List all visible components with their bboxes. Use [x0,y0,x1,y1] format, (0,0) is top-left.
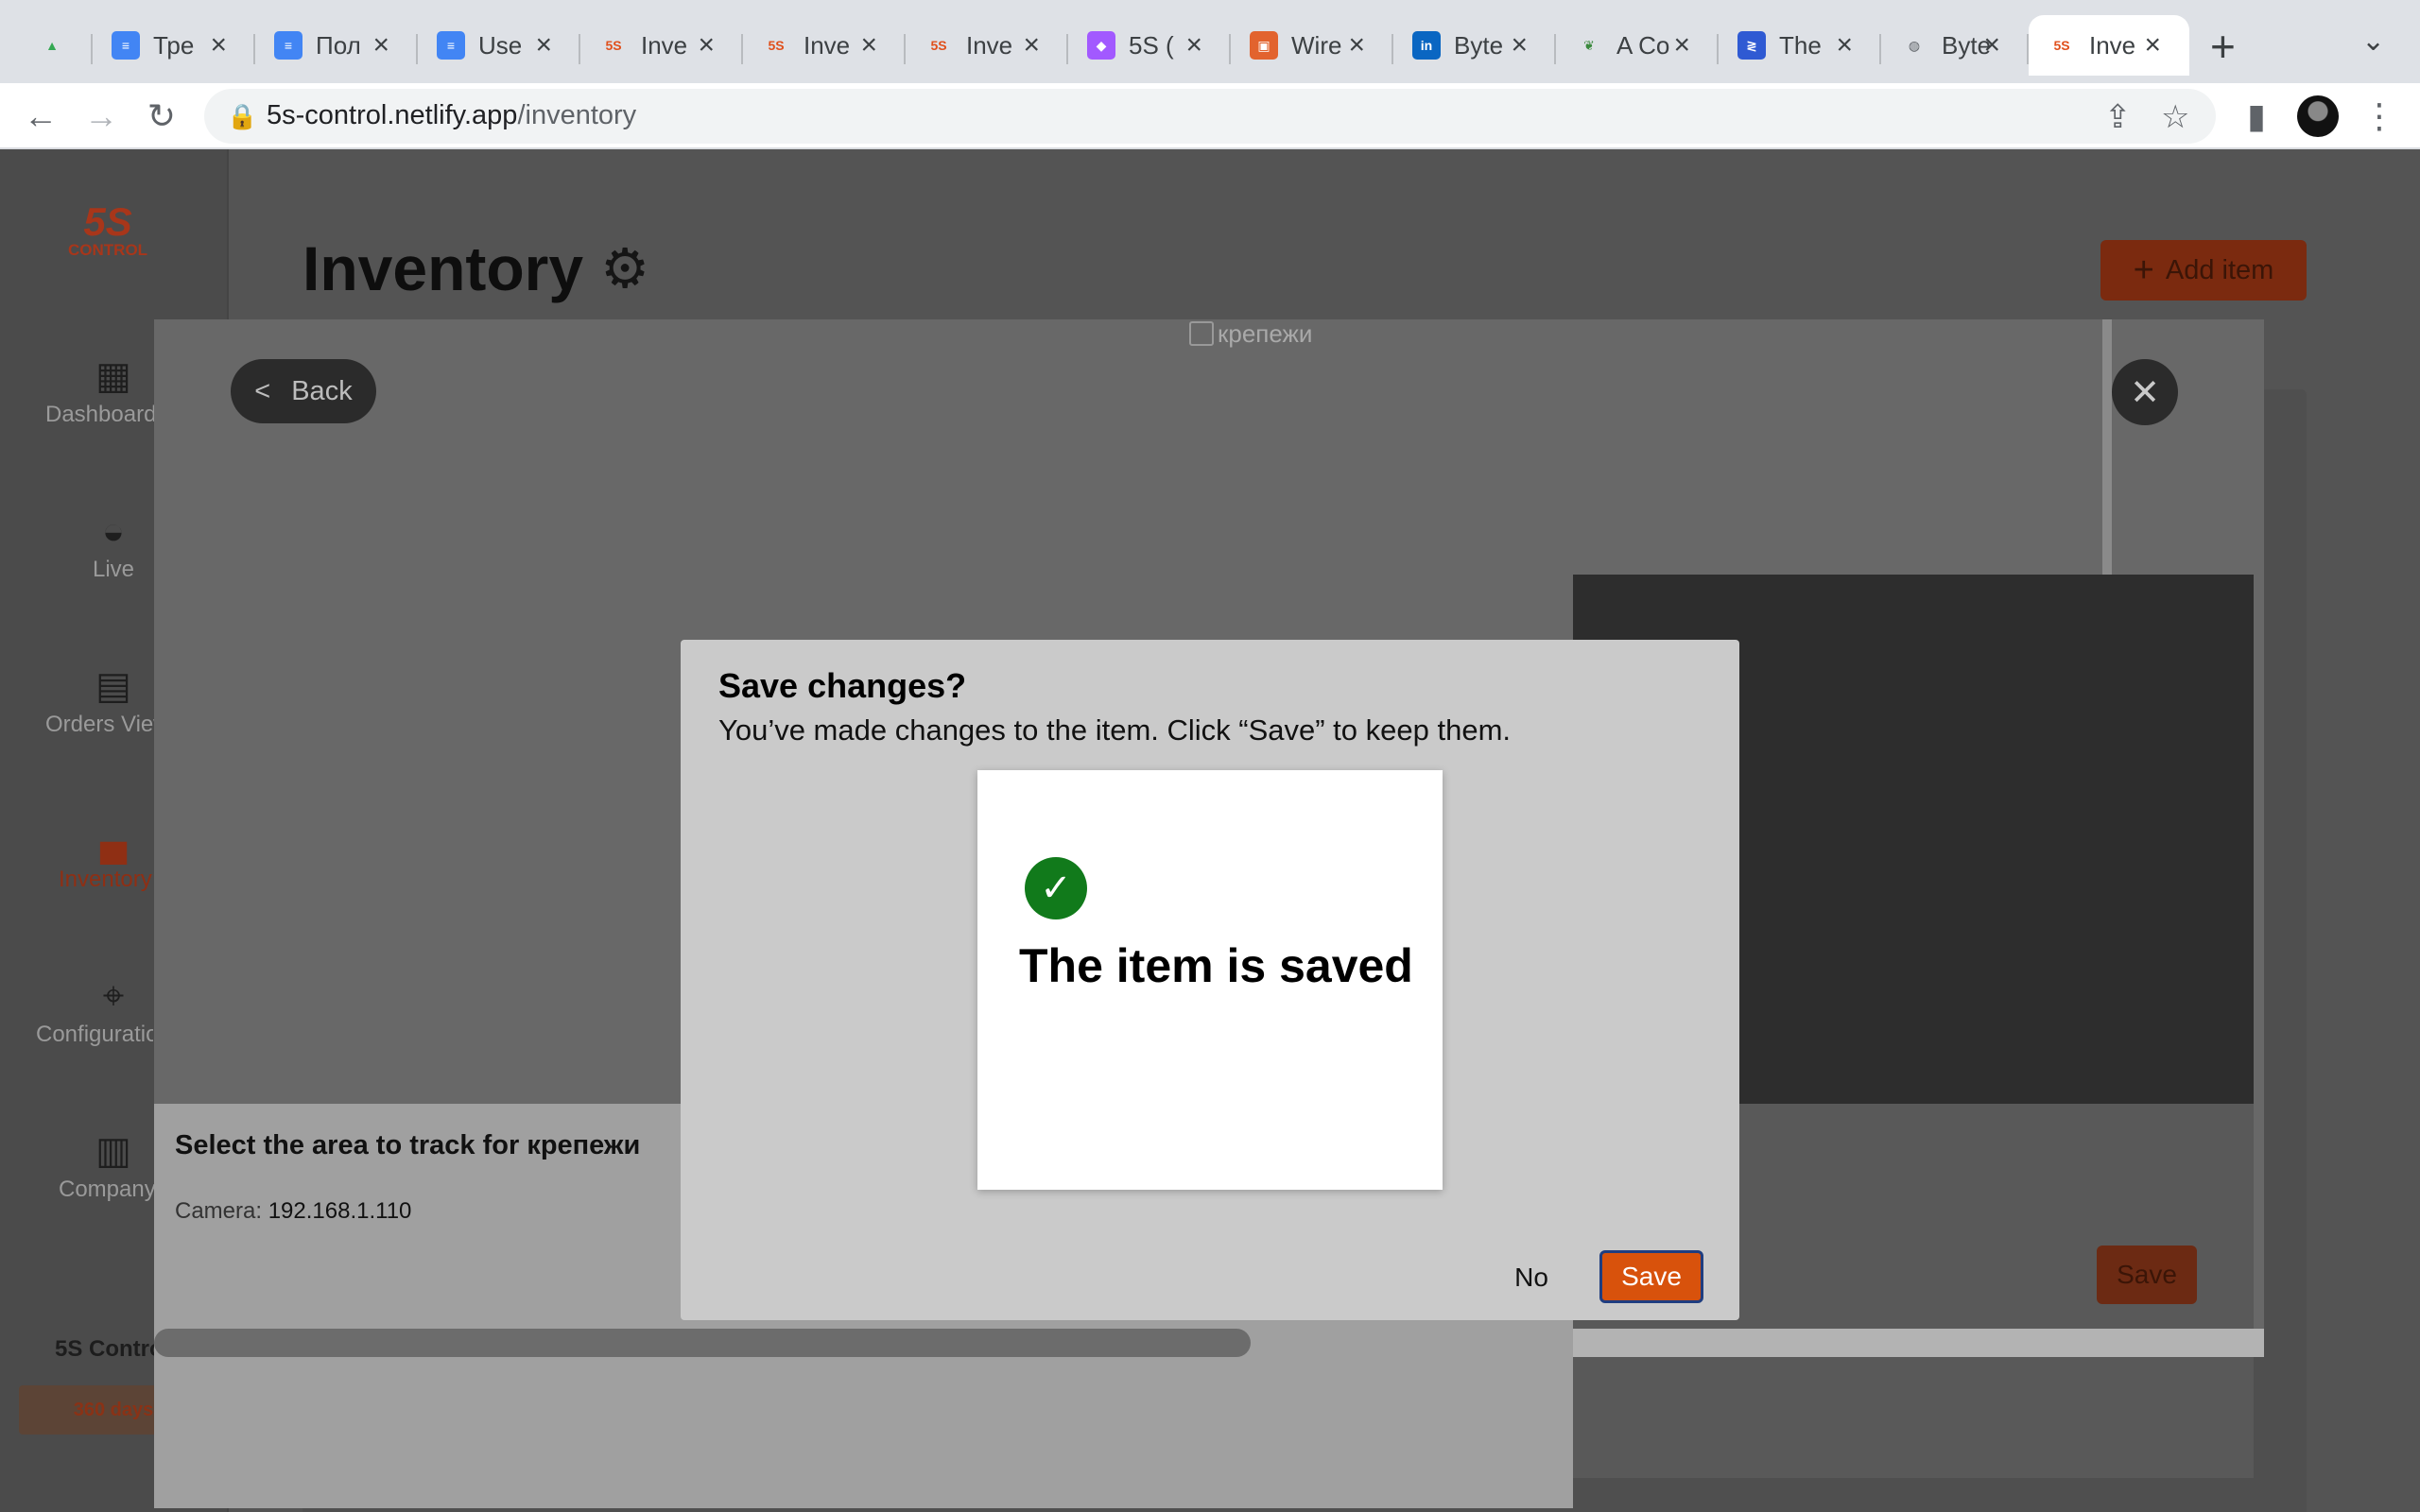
tab-title: Use [478,30,523,60]
tab-close-icon[interactable]: × [2144,31,2161,60]
tab-close-icon[interactable]: × [698,31,715,60]
5s-control-icon: 5S [2053,38,2070,53]
browser-tab[interactable]: ▲ [19,15,93,76]
tab-title: Inve [804,30,851,60]
tab-close-icon[interactable]: × [1023,31,1040,60]
share-icon[interactable]: ⇪ [2104,98,2132,136]
leaf-icon: ❦ [1583,37,1595,53]
back-button[interactable]: < Back [231,359,376,423]
tab-close-icon[interactable]: × [535,31,552,60]
tab-close-icon[interactable]: × [210,31,227,60]
app-root: 5S CONTROL ▦ Dashboard ◒ Live ▤ Orders V… [0,149,2420,1512]
browser-tab[interactable]: ≡ Пол × [255,15,418,76]
5s-control-icon: 5S [930,38,947,53]
bookmark-star-icon[interactable]: ☆ [2161,98,2189,136]
save-button[interactable]: Save [1599,1250,1703,1303]
tab-close-icon[interactable]: × [1673,31,1690,60]
google-docs-icon: ≡ [437,31,465,60]
scroll-track [1573,1329,2264,1357]
checkmark-icon: ✓ [1025,857,1087,919]
dialog-message: You’ve made changes to the item. Click “… [718,713,1512,747]
add-item-button[interactable]: + Add item [2100,240,2307,301]
page-title: Inventory ⚙ [302,233,650,303]
item-image-broken: крепежи [1189,319,1312,349]
gear-icon[interactable]: ⚙ [600,236,649,301]
new-tab-button[interactable]: + [2210,21,2236,72]
browser-tab[interactable]: ◆ 5S ( × [1068,15,1231,76]
browser-tab[interactable]: ≡ Use × [418,15,580,76]
google-docs-icon: ≡ [274,31,302,60]
browser-menu-icon[interactable]: ⋮ [2358,94,2401,138]
tab-close-icon[interactable]: × [1983,31,2000,60]
reload-icon[interactable]: ↻ [140,94,183,138]
browser-tab[interactable]: 5S Inve × [743,15,906,76]
tab-title: Inve [2089,30,2136,60]
side-panel-icon[interactable]: ▮ [2235,94,2278,138]
tab-title: Пол [316,30,361,60]
url-text: 5s-control.netlify.app/inventory [267,100,637,130]
close-icon[interactable]: ✕ [2112,359,2178,425]
globe-icon: ◍ [1908,37,1921,53]
linkedin-icon: in [1412,31,1441,60]
5s-control-icon: 5S [768,38,785,53]
lock-icon: 🔒 [227,102,258,130]
browser-tab[interactable]: ❦ A Co × [1556,15,1719,76]
figma-icon: ◆ [1087,31,1115,60]
camera-info: Camera: 192.168.1.110 [175,1198,412,1224]
tab-title: Byte [1454,30,1504,60]
tab-title: Inve [966,30,1013,60]
tab-title: A Co [1616,30,1670,60]
saved-notification-text: The item is saved [1019,939,1413,992]
camera-ip: 192.168.1.110 [268,1198,412,1224]
horizontal-scrollbar[interactable] [154,1329,1251,1357]
browser-tab[interactable]: ▣ Wire × [1231,15,1393,76]
browser-tab[interactable]: ◍ Byte × [1881,15,2029,76]
logo[interactable]: 5S CONTROL [68,202,147,259]
browser-tab[interactable]: ≷ The × [1719,15,1881,76]
tab-close-icon[interactable]: × [1836,31,1853,60]
tab-close-icon[interactable]: × [1511,31,1528,60]
address-bar[interactable]: 🔒 5s-control.netlify.app/inventory ⇪ ☆ [204,89,2216,144]
tab-title: Wire [1291,30,1342,60]
forward-arrow-icon[interactable]: → [79,94,123,138]
browser-tab[interactable]: 5S Inve × [580,15,743,76]
plus-icon: + [2133,249,2154,290]
google-docs-icon: ≡ [112,31,140,60]
tab-title: Тре [153,30,195,60]
brand-name: 5S Control [55,1336,159,1362]
editor-save-button[interactable]: Save [2097,1246,2197,1304]
browser-tab[interactable]: 5S Inve × [906,15,1068,76]
browser-tab[interactable]: 5S Inve × [2029,15,2189,76]
browser-tab[interactable]: ≡ Тре × [93,15,255,76]
tab-close-icon[interactable]: × [1348,31,1365,60]
browser-tab[interactable]: in Byte × [1393,15,1556,76]
tab-title: The [1779,30,1822,60]
saved-notification: ✓ The item is saved [977,770,1443,1190]
tab-title: Inve [641,30,688,60]
tab-close-icon[interactable]: × [372,31,389,60]
profile-avatar[interactable] [2297,95,2339,137]
broken-image-icon [1189,321,1214,346]
wireframe-icon: ▣ [1250,31,1278,60]
tab-title: 5S ( [1129,30,1174,60]
tab-search-chevron-icon[interactable]: ⌄ [2361,25,2385,58]
chevron-left-icon: < [254,375,271,406]
browser-toolbar: ← → ↻ 🔒 5s-control.netlify.app/inventory… [0,83,2420,149]
tab-close-icon[interactable]: × [860,31,877,60]
5s-control-icon: 5S [605,38,622,53]
no-button[interactable]: No [1492,1254,1571,1301]
back-arrow-icon[interactable]: ← [19,94,62,138]
save-changes-dialog: Save changes? You’ve made changes to the… [681,640,1739,1320]
select-area-title: Select the area to track for крепежи [175,1130,641,1160]
tab-close-icon[interactable]: × [1185,31,1202,60]
browser-tab-strip: + ⌄ ▲ ≡ Тре × ≡ Пол × ≡ Use × 5S Inve × 5S Inve × 5S Inve… [0,0,2420,83]
bitrix-icon: ≷ [1737,31,1766,60]
dialog-title: Save changes? [718,666,967,705]
google-drive-icon: ▲ [45,38,59,53]
